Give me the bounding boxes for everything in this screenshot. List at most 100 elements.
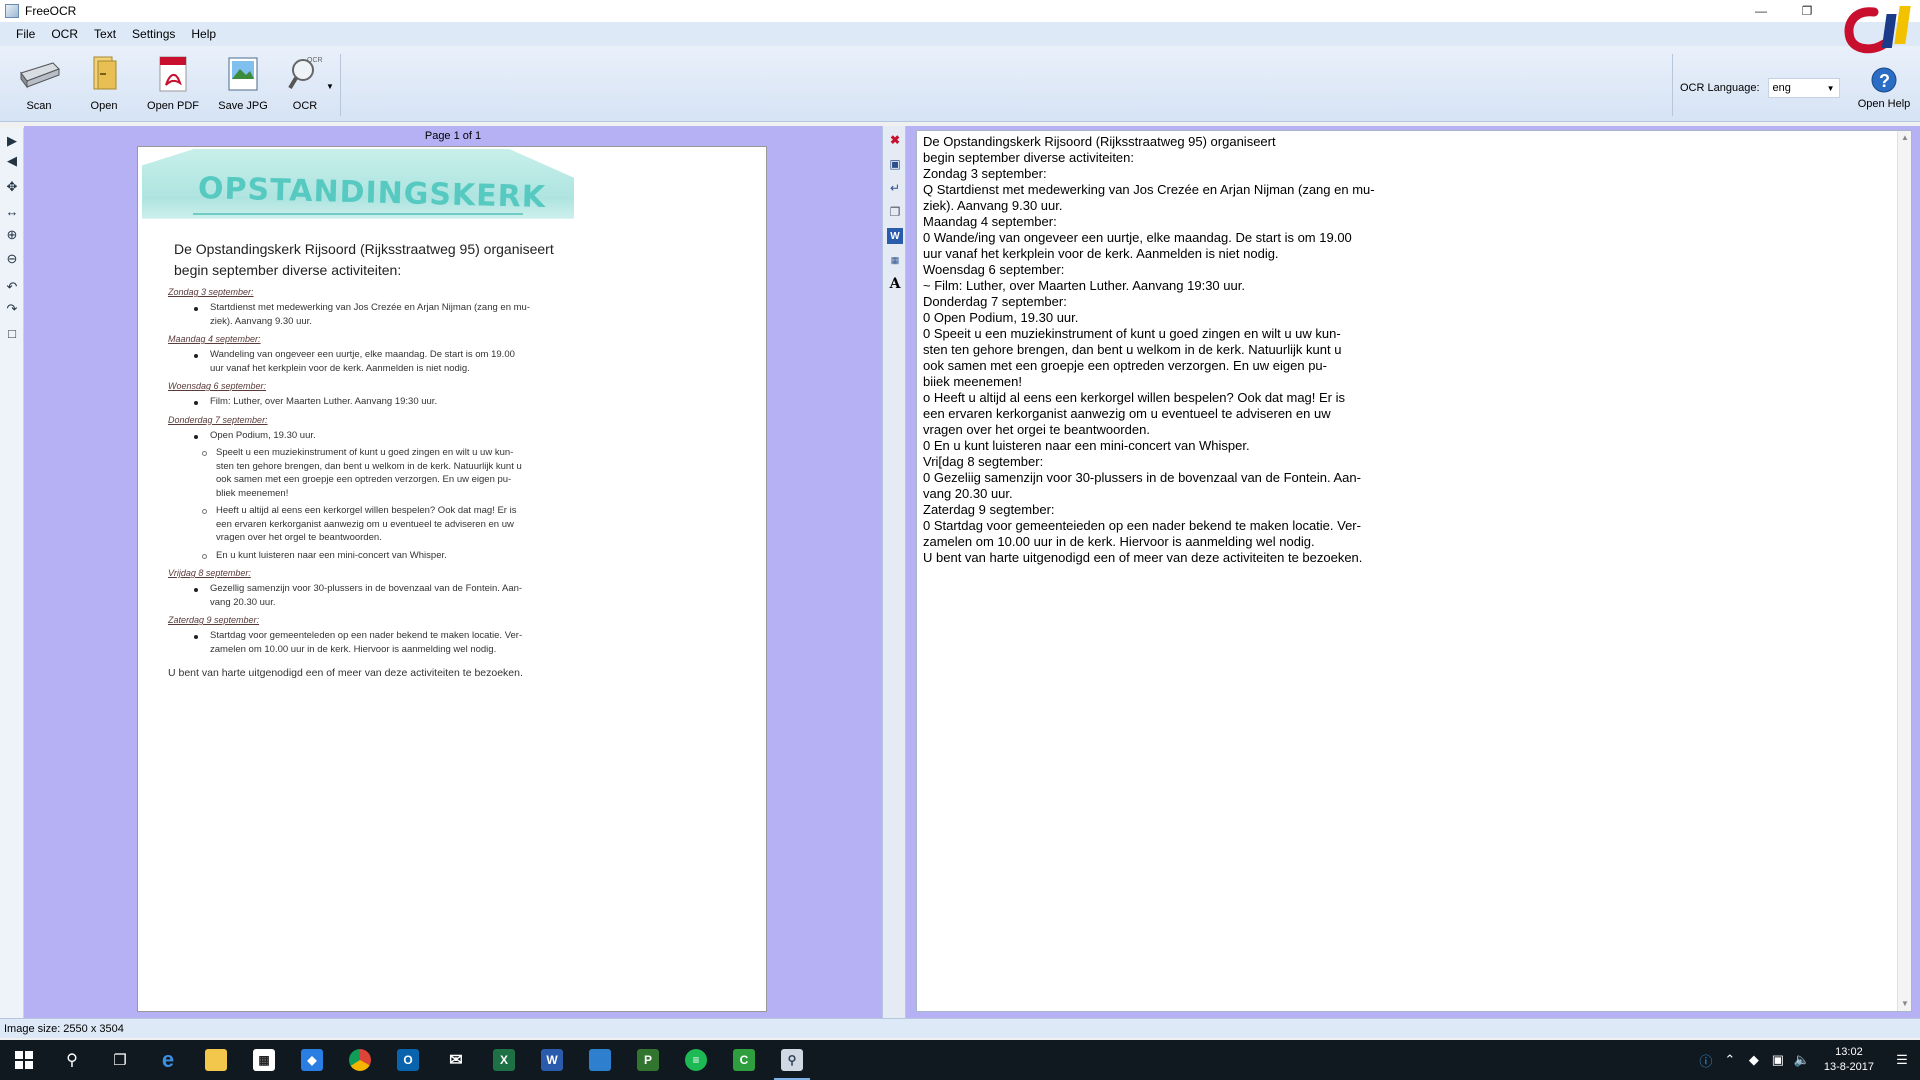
- ocr-dropdown-icon[interactable]: ▼: [326, 82, 334, 91]
- rotate-left-icon[interactable]: ↶: [3, 278, 21, 296]
- rotate-right-icon[interactable]: ↷: [3, 300, 21, 318]
- scan-day-heading: Zondag 3 september:: [168, 287, 254, 297]
- menu-text[interactable]: Text: [86, 24, 124, 44]
- menu-help[interactable]: Help: [183, 24, 224, 44]
- help-icon: ?: [1871, 67, 1897, 93]
- ocr-text-line: Maandag 4 september:: [923, 214, 1057, 229]
- edge-icon[interactable]: e: [144, 1040, 192, 1080]
- outlook-icon[interactable]: O: [384, 1040, 432, 1080]
- spotify-icon[interactable]: ≡: [672, 1040, 720, 1080]
- task-view-icon[interactable]: ❐: [96, 1040, 144, 1080]
- scan-subitem: ook samen met een groepje een optreden v…: [216, 474, 512, 485]
- scan-item: ziek). Aanvang 9.30 uur.: [210, 315, 312, 327]
- scan-day-heading: Vrijdag 8 september:: [168, 568, 251, 578]
- scan-day-heading: Zaterdag 9 september:: [168, 615, 260, 625]
- format-icon[interactable]: ▦: [887, 252, 903, 268]
- project-icon[interactable]: P: [624, 1040, 672, 1080]
- toolbar-separator: [340, 54, 341, 116]
- minimize-icon[interactable]: —: [1738, 0, 1784, 22]
- windows-start-icon[interactable]: [0, 1040, 48, 1080]
- open-button[interactable]: Open: [73, 52, 135, 118]
- brand-logo: [1844, 6, 1911, 54]
- scan-day-heading: Woensdag 6 september:: [168, 381, 267, 391]
- save-jpg-button[interactable]: Save JPG: [212, 52, 274, 118]
- scan-subitem: een ervaren kerkorganist aanwezig om u e…: [216, 518, 514, 530]
- store-icon[interactable]: ▦: [240, 1040, 288, 1080]
- chevron-down-icon: ▼: [1826, 83, 1835, 93]
- mail-icon[interactable]: ✉: [432, 1040, 480, 1080]
- scan-heading: begin september diverse activiteiten:: [174, 262, 402, 278]
- search-icon[interactable]: ⚲: [48, 1040, 96, 1080]
- open-help-button[interactable]: ? Open Help: [1852, 66, 1916, 110]
- zoom-out-icon[interactable]: ⊖: [3, 250, 21, 268]
- ocr-text-line: Zaterdag 9 segtember:: [923, 502, 1055, 517]
- clock-time: 13:02: [1835, 1046, 1863, 1058]
- scan-subitem: sten ten gehore brengen, dan bent u welk…: [216, 460, 522, 472]
- clear-icon[interactable]: ✖: [887, 132, 903, 148]
- circle-bullet-icon: [202, 509, 207, 514]
- magnifier-icon: OCR: [283, 52, 327, 94]
- scroll-down-icon[interactable]: ▼: [1898, 997, 1911, 1011]
- notifications-icon[interactable]: ☰: [1884, 1052, 1920, 1068]
- previous-page-icon[interactable]: ◀: [3, 152, 21, 170]
- insert-icon[interactable]: ↵: [887, 180, 903, 196]
- explorer-window-icon[interactable]: [576, 1040, 624, 1080]
- copy-icon[interactable]: ❐: [887, 204, 903, 220]
- ocr-language-select[interactable]: eng ▼: [1767, 78, 1840, 98]
- fit-width-icon[interactable]: ↔: [3, 202, 21, 220]
- select-region-icon[interactable]: □: [3, 324, 21, 342]
- move-icon[interactable]: ✥: [3, 178, 21, 196]
- file-explorer-icon[interactable]: [192, 1040, 240, 1080]
- ocr-language-value: eng: [1772, 82, 1791, 94]
- menu-file[interactable]: File: [8, 24, 43, 44]
- menu-ocr[interactable]: OCR: [43, 24, 86, 44]
- menu-settings[interactable]: Settings: [124, 24, 183, 44]
- ocr-text-line: ook samen met een groepje een optreden v…: [923, 358, 1327, 373]
- open-pdf-button[interactable]: Open PDF: [142, 52, 204, 118]
- ocr-text-line: een ervaren kerkorganist aanwezig om u e…: [923, 406, 1331, 421]
- window-title: FreeOCR: [25, 4, 77, 18]
- word-export-icon[interactable]: W: [887, 228, 903, 244]
- ocr-text-line: 0 Startdag voor gemeenteieden op een nad…: [923, 518, 1361, 533]
- scan-subitem: vragen over het orgel te beantwoorden.: [216, 532, 382, 543]
- scan-item: Startdag voor gemeenteleden op een nader…: [210, 630, 523, 641]
- scan-button[interactable]: Scan: [8, 52, 70, 118]
- restore-icon[interactable]: ❐: [1784, 0, 1830, 22]
- ocr-language: OCR Language: eng ▼: [1680, 78, 1840, 98]
- font-icon[interactable]: A: [887, 276, 903, 292]
- image-pane: Page 1 of 1 OPSTANDINGSKERK De Opstandin…: [24, 126, 882, 1018]
- scan-subitem: bliek meenemen!: [216, 487, 289, 499]
- ocr-text-line: 0 Gezeliig samenzijn voor 30-plussers in…: [923, 470, 1361, 485]
- volume-icon[interactable]: 🔈: [1790, 1052, 1814, 1068]
- ocr-text-line: 0 Open Podium, 19.30 uur.: [923, 310, 1079, 325]
- chrome-icon[interactable]: [336, 1040, 384, 1080]
- system-tray: ⓘ ⌃ ◆ ▣ 🔈 13:02 13-8-2017 ☰: [1694, 1040, 1920, 1080]
- svg-text:OCR: OCR: [307, 57, 323, 64]
- ocr-text-line: ~ Film: Luther, over Maarten Luther. Aan…: [923, 278, 1245, 293]
- network-icon[interactable]: ▣: [1766, 1052, 1790, 1068]
- bullet-icon: [194, 635, 198, 639]
- dropbox-tray-icon[interactable]: ◆: [1742, 1052, 1766, 1068]
- vertical-scrollbar[interactable]: ▲ ▼: [1897, 131, 1911, 1011]
- ocr-text-line: De Opstandingskerk Rijsoord (Rijksstraat…: [923, 134, 1276, 149]
- zoom-in-icon[interactable]: ⊕: [3, 226, 21, 244]
- ocr-text-editor[interactable]: De Opstandingskerk Rijsoord (Rijksstraat…: [916, 130, 1912, 1012]
- open-label: Open: [90, 100, 118, 112]
- word-icon[interactable]: W: [528, 1040, 576, 1080]
- dropbox-icon[interactable]: ◆: [288, 1040, 336, 1080]
- freeocr-taskbar-icon[interactable]: ⚲: [768, 1040, 816, 1080]
- open-pdf-label: Open PDF: [147, 100, 199, 112]
- ocr-text-line: uur vanaf het kerkplein voor de kerk. Aa…: [923, 246, 1279, 261]
- clock[interactable]: 13:02 13-8-2017: [1814, 1045, 1884, 1075]
- save-icon[interactable]: ▣: [887, 156, 903, 172]
- scroll-up-icon[interactable]: ▲: [1898, 131, 1911, 145]
- camtasia-icon[interactable]: C: [720, 1040, 768, 1080]
- scan-label: Scan: [26, 100, 52, 112]
- bullet-icon: [194, 588, 198, 592]
- scan-subitem: En u kunt luisteren naar een mini-concer…: [216, 549, 447, 561]
- chevron-up-icon[interactable]: ⌃: [1718, 1052, 1742, 1068]
- excel-icon[interactable]: X: [480, 1040, 528, 1080]
- help-tray-icon[interactable]: ⓘ: [1694, 1051, 1718, 1070]
- image-size: Image size: 2550 x 3504: [4, 1023, 124, 1035]
- next-page-icon[interactable]: ▶: [3, 132, 21, 150]
